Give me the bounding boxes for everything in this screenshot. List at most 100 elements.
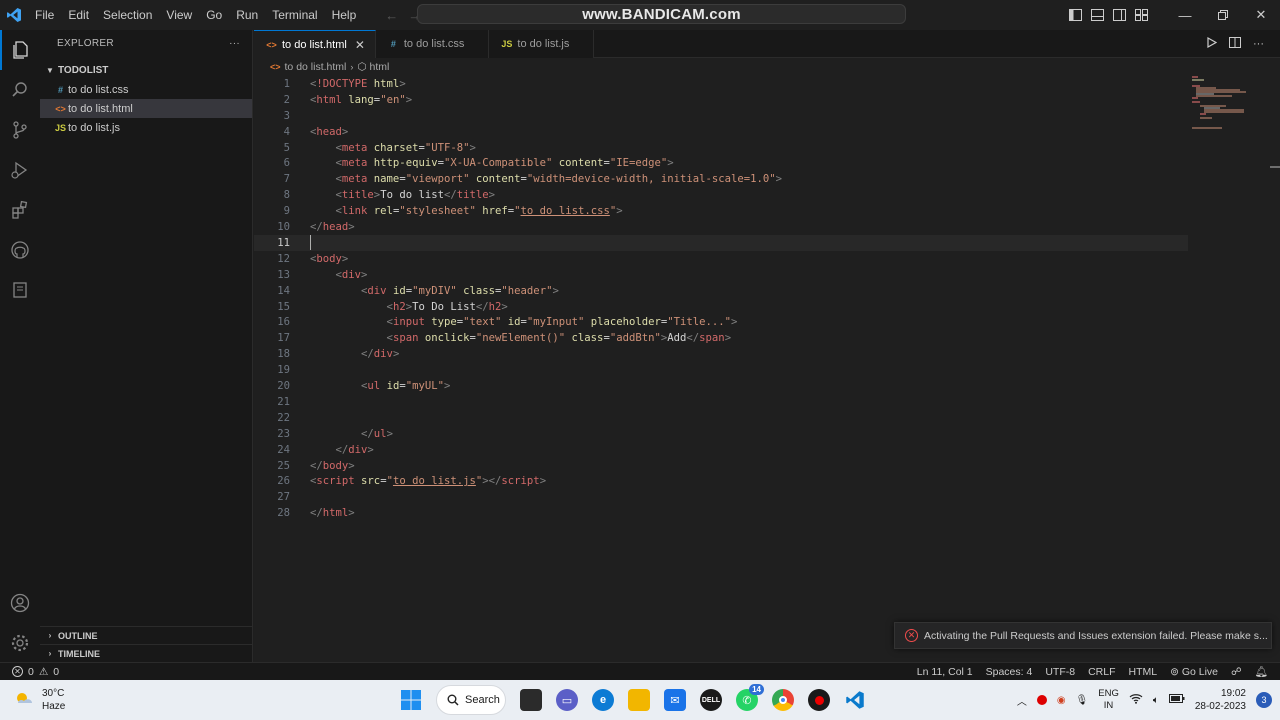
scrollbar-indicator[interactable] bbox=[1270, 166, 1280, 168]
minimize-icon[interactable]: — bbox=[1166, 0, 1204, 30]
code-line[interactable]: 19 bbox=[254, 362, 1188, 378]
clock[interactable]: 19:02 28-02-2023 bbox=[1195, 687, 1246, 713]
command-center[interactable]: www.BANDICAM.com bbox=[417, 4, 906, 24]
dell-icon[interactable]: DELL bbox=[700, 689, 722, 711]
toggle-sidebar-icon[interactable] bbox=[1064, 0, 1086, 30]
volume-icon[interactable]: 🔈︎ bbox=[1153, 695, 1159, 706]
remote-explorer-icon[interactable] bbox=[0, 270, 40, 310]
more-actions-icon[interactable]: ··· bbox=[1253, 38, 1264, 50]
indentation[interactable]: Spaces: 4 bbox=[986, 666, 1033, 678]
menu-edit[interactable]: Edit bbox=[61, 0, 96, 30]
encoding[interactable]: UTF-8 bbox=[1045, 666, 1075, 678]
search-icon[interactable] bbox=[0, 70, 40, 110]
code-line[interactable]: 3 bbox=[254, 108, 1188, 124]
microphone-icon[interactable]: 🎙︎ bbox=[1076, 695, 1089, 706]
code-line[interactable]: 9 <link rel="stylesheet" href="to do lis… bbox=[254, 203, 1188, 219]
menu-help[interactable]: Help bbox=[325, 0, 364, 30]
split-editor-icon[interactable] bbox=[1229, 37, 1241, 51]
outline-section[interactable]: › OUTLINE bbox=[40, 626, 253, 644]
code-line[interactable]: 13 <div> bbox=[254, 267, 1188, 283]
code-line[interactable]: 7 <meta name="viewport" content="width=d… bbox=[254, 171, 1188, 187]
code-line[interactable]: 5 <meta charset="UTF-8"> bbox=[254, 140, 1188, 156]
go-live-button[interactable]: ⊚ Go Live bbox=[1170, 666, 1218, 678]
code-line[interactable]: 28 </html> bbox=[254, 505, 1188, 521]
notifications-bell-icon[interactable]: 🔔︎ bbox=[1255, 665, 1268, 678]
customize-layout-icon[interactable] bbox=[1130, 0, 1152, 30]
code-line[interactable]: 4 <head> bbox=[254, 124, 1188, 140]
code-line[interactable]: 20 <ul id="myUL"> bbox=[254, 378, 1188, 394]
menu-file[interactable]: File bbox=[28, 0, 61, 30]
tab-css[interactable]: # to do list.css bbox=[375, 30, 490, 58]
breadcrumb-node[interactable]: html bbox=[370, 61, 390, 73]
source-control-icon[interactable] bbox=[0, 110, 40, 150]
code-line[interactable]: 11 bbox=[254, 235, 1188, 251]
code-line[interactable]: 22 bbox=[254, 410, 1188, 426]
timeline-section[interactable]: › TIMELINE bbox=[40, 644, 253, 662]
windows-start-icon[interactable] bbox=[400, 689, 422, 711]
menu-selection[interactable]: Selection bbox=[96, 0, 159, 30]
restore-icon[interactable] bbox=[1204, 0, 1242, 30]
code-editor[interactable]: 1 <!DOCTYPE html> 2 <html lang="en"> 3 4 <head… bbox=[254, 76, 1280, 662]
menu-run[interactable]: Run bbox=[229, 0, 265, 30]
file-item-html[interactable]: <> to do list.html bbox=[40, 99, 252, 118]
code-line[interactable]: 15 <h2>To Do List</h2> bbox=[254, 299, 1188, 315]
app-tray-icon[interactable]: ◉ bbox=[1057, 695, 1066, 706]
tab-js[interactable]: JS to do list.js bbox=[489, 30, 595, 58]
close-window-icon[interactable]: ✕ bbox=[1242, 0, 1280, 30]
code-line[interactable]: 25 </body> bbox=[254, 458, 1188, 474]
cursor-position[interactable]: Ln 11, Col 1 bbox=[917, 666, 973, 678]
run-icon[interactable] bbox=[1207, 36, 1218, 51]
file-item-js[interactable]: JS to do list.js bbox=[40, 118, 252, 137]
task-view-icon[interactable] bbox=[520, 689, 542, 711]
code-line[interactable]: 1 <!DOCTYPE html> bbox=[254, 76, 1188, 92]
github-icon[interactable] bbox=[0, 230, 40, 270]
taskbar-search[interactable]: Search bbox=[436, 685, 506, 715]
code-line[interactable]: 18 </div> bbox=[254, 346, 1188, 362]
mail-icon[interactable]: ✉ bbox=[664, 689, 686, 711]
wifi-icon[interactable] bbox=[1129, 693, 1143, 707]
code-line[interactable]: 17 <span onclick="newElement()" class="a… bbox=[254, 330, 1188, 346]
code-line[interactable]: 6 <meta http-equiv="X-UA-Compatible" con… bbox=[254, 156, 1188, 172]
code-line[interactable]: 8 <title>To do list</title> bbox=[254, 187, 1188, 203]
language-indicator[interactable]: ENG IN bbox=[1098, 688, 1119, 712]
file-item-css[interactable]: # to do list.css bbox=[40, 80, 252, 99]
menu-terminal[interactable]: Terminal bbox=[265, 0, 324, 30]
code-line[interactable]: 12 <body> bbox=[254, 251, 1188, 267]
code-line[interactable]: 2 <html lang="en"> bbox=[254, 92, 1188, 108]
folder-todolist[interactable]: ▼ TODOLIST bbox=[40, 60, 252, 80]
whatsapp-icon[interactable]: ✆ 14 bbox=[736, 684, 764, 711]
feedback-icon[interactable]: ☍ bbox=[1231, 666, 1242, 678]
code-line[interactable]: 26 <script src="to do list.js"></script> bbox=[254, 474, 1188, 490]
more-actions-icon[interactable]: ··· bbox=[229, 38, 240, 49]
battery-icon[interactable] bbox=[1168, 694, 1185, 706]
code-line[interactable]: 27 bbox=[254, 489, 1188, 505]
language-mode[interactable]: HTML bbox=[1129, 666, 1158, 678]
problems-indicator[interactable]: ✕ 0 ⚠ 0 bbox=[0, 666, 59, 678]
breadcrumb-file[interactable]: to do list.html bbox=[285, 61, 347, 73]
menu-view[interactable]: View bbox=[159, 0, 199, 30]
explorer-icon[interactable] bbox=[0, 30, 40, 70]
code-line[interactable]: 14 <div id="myDIV" class="header"> bbox=[254, 283, 1188, 299]
menu-go[interactable]: Go bbox=[199, 0, 229, 30]
bandicam-icon[interactable] bbox=[808, 689, 830, 711]
tab-html[interactable]: <> to do list.html ✕ bbox=[254, 30, 376, 58]
toggle-secondary-sidebar-icon[interactable] bbox=[1108, 0, 1130, 30]
teams-chat-icon[interactable]: ▭ bbox=[556, 689, 578, 711]
code-line[interactable]: 21 bbox=[254, 394, 1188, 410]
manage-gear-icon[interactable] bbox=[0, 623, 40, 663]
code-line[interactable]: 23 </ul> bbox=[254, 426, 1188, 442]
code-line[interactable]: 24 </div> bbox=[254, 442, 1188, 458]
edge-browser-icon[interactable]: e bbox=[592, 689, 614, 711]
notification-count-badge[interactable]: 3 bbox=[1256, 692, 1272, 708]
back-arrow-icon[interactable]: ← bbox=[385, 8, 398, 23]
accounts-icon[interactable] bbox=[0, 583, 40, 623]
chevron-up-icon[interactable]: ︿ bbox=[1017, 693, 1027, 708]
vscode-taskbar-icon[interactable] bbox=[844, 689, 866, 711]
line-ending[interactable]: CRLF bbox=[1088, 666, 1115, 678]
code-line[interactable]: 10 </head> bbox=[254, 219, 1188, 235]
minimap[interactable] bbox=[1192, 76, 1252, 136]
record-icon[interactable] bbox=[1036, 695, 1047, 705]
code-line[interactable]: 16 <input type="text" id="myInput" place… bbox=[254, 315, 1188, 331]
close-tab-icon[interactable]: ✕ bbox=[355, 38, 365, 52]
file-explorer-icon[interactable] bbox=[628, 689, 650, 711]
